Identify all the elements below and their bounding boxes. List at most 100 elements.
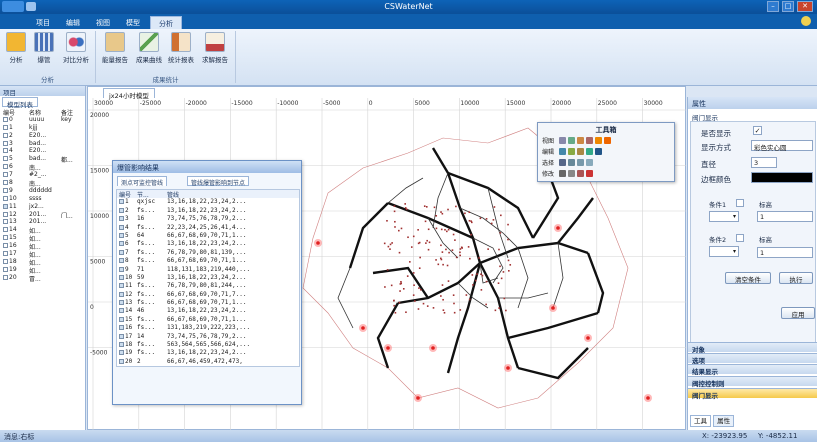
stat-report-button[interactable]: 统计报表 xyxy=(166,32,196,64)
cond2-checkbox[interactable] xyxy=(736,234,744,242)
table-row[interactable]: 17 如... xyxy=(1,250,85,258)
cond1-checkbox[interactable] xyxy=(736,199,744,207)
column-header[interactable]: 管线 xyxy=(167,190,297,198)
accordion-options[interactable]: 选项 xyxy=(688,353,817,365)
table-row[interactable]: 14 46 13,16,18,22,23,24,2... xyxy=(117,307,299,315)
pan-icon[interactable] xyxy=(568,137,575,144)
row-checkbox[interactable] xyxy=(119,333,124,339)
draw-pipe-icon[interactable] xyxy=(559,148,566,155)
table-row[interactable]: 13 fs... 66,67,68,69,70,71,1... xyxy=(117,299,299,307)
column-header[interactable]: 名称 xyxy=(29,108,61,116)
row-checkbox[interactable] xyxy=(119,342,124,348)
row-checkbox[interactable] xyxy=(119,316,124,322)
row-checkbox[interactable] xyxy=(119,350,124,356)
tab-tools[interactable]: 工具 xyxy=(690,415,711,427)
tab-document[interactable]: jx24小时模型 xyxy=(103,88,155,100)
table-row[interactable]: 10 59 13,16,18,22,23,24,2... xyxy=(117,274,299,282)
show-checkbox[interactable]: ✓ xyxy=(753,126,762,135)
tab-affected-nodes[interactable]: 管线爆管影响到节点 xyxy=(187,176,250,187)
column-header[interactable]: 节... xyxy=(137,190,167,198)
execute-button[interactable]: 执行 xyxy=(779,272,813,284)
row-checkbox[interactable] xyxy=(3,274,8,280)
table-row[interactable]: 13 201... xyxy=(1,218,85,226)
add-node-icon[interactable] xyxy=(568,148,575,155)
close-button[interactable]: ✕ xyxy=(797,1,813,12)
table-row[interactable]: 17 14 73,74,75,76,78,79,2... xyxy=(117,333,299,341)
row-checkbox[interactable] xyxy=(3,156,8,162)
table-row[interactable]: 15 如... xyxy=(1,234,85,242)
table-row[interactable]: 8 fs... 66,67,68,69,70,71,1... xyxy=(117,257,299,265)
cond2-value-input[interactable]: 1 xyxy=(757,247,813,258)
table-row[interactable]: 1 qxjsc 13,16,18,22,23,24,2... xyxy=(117,198,299,206)
row-checkbox[interactable] xyxy=(119,300,124,306)
merge-icon[interactable] xyxy=(577,170,584,177)
table-row[interactable]: 18 fs... 563,564,565,566,624,... xyxy=(117,341,299,349)
tab-model[interactable]: 模型 xyxy=(118,16,148,29)
row-checkbox[interactable] xyxy=(119,249,124,255)
help-icon[interactable] xyxy=(801,16,811,26)
tab-model-list[interactable]: 模型列表 xyxy=(2,97,38,109)
energy-report-button[interactable]: 能量报告 xyxy=(99,32,131,64)
lasso-icon[interactable] xyxy=(577,159,584,166)
maximize-button[interactable]: □ xyxy=(782,1,794,12)
table-row[interactable]: 9 dddddd xyxy=(1,187,85,195)
result-curve-button[interactable]: 成果曲线 xyxy=(133,32,165,64)
row-checkbox[interactable] xyxy=(3,187,8,193)
table-row[interactable]: 6 南... xyxy=(1,163,85,171)
row-checkbox[interactable] xyxy=(3,251,8,257)
table-row[interactable]: 6 fs... 13,16,18,22,23,24,2... xyxy=(117,240,299,248)
row-checkbox[interactable] xyxy=(3,243,8,249)
table-row[interactable]: 2 fs... 13,16,18,22,23,24,2... xyxy=(117,207,299,215)
row-checkbox[interactable] xyxy=(119,216,124,222)
table-row[interactable]: 16 如... xyxy=(1,242,85,250)
column-header[interactable]: 编号 xyxy=(117,190,137,198)
table-row[interactable]: 11 fs... 76,78,79,80,81,244,... xyxy=(117,282,299,290)
tab-analysis[interactable]: 分析 xyxy=(150,16,182,29)
minimize-button[interactable]: – xyxy=(767,1,779,12)
table-row[interactable]: 20 2 66,67,46,459,472,473, xyxy=(117,358,299,366)
row-checkbox[interactable] xyxy=(119,258,124,264)
table-row[interactable]: 3 bad... xyxy=(1,140,85,148)
tab-monitorable-pipes[interactable]: 测点可监控管线 xyxy=(117,176,168,187)
pump-icon[interactable] xyxy=(595,148,602,155)
pipe-burst-button[interactable]: 爆管 xyxy=(32,32,56,64)
table-row[interactable]: 12 fs... 66,67,68,69,70,71,7... xyxy=(117,291,299,299)
column-header[interactable]: 编号 xyxy=(1,108,29,116)
row-checkbox[interactable] xyxy=(3,203,8,209)
fit-icon[interactable] xyxy=(577,137,584,144)
row-checkbox[interactable] xyxy=(3,266,8,272)
row-checkbox[interactable] xyxy=(119,207,124,213)
row-checkbox[interactable] xyxy=(119,325,124,331)
row-checkbox[interactable] xyxy=(3,140,8,146)
table-row[interactable]: 4 E20... xyxy=(1,147,85,155)
table-row[interactable]: 7 #2_... xyxy=(1,171,85,179)
table-row[interactable]: 8 南... xyxy=(1,179,85,187)
table-row[interactable]: 19 如... xyxy=(1,266,85,274)
table-row[interactable]: 15 fs... 66,67,68,69,70,71,1... xyxy=(117,316,299,324)
row-checkbox[interactable] xyxy=(3,148,8,154)
accordion-valve-display[interactable]: 阀门显示 xyxy=(688,388,817,400)
table-row[interactable]: 7 fs... 76,78,79,80,81,139,... xyxy=(117,249,299,257)
tab-edit[interactable]: 编辑 xyxy=(58,16,88,29)
row-checkbox[interactable] xyxy=(3,180,8,186)
analysis-button[interactable]: 分析 xyxy=(5,32,27,64)
row-checkbox[interactable] xyxy=(119,308,124,314)
row-checkbox[interactable] xyxy=(3,258,8,264)
row-checkbox[interactable] xyxy=(119,291,124,297)
apply-button[interactable]: 应用 xyxy=(781,307,815,319)
table-row[interactable]: 0 uuuu key xyxy=(1,116,85,124)
accordion-valve-control[interactable]: 阀控控制则 xyxy=(688,376,817,388)
clear-conditions-button[interactable]: 清空条件 xyxy=(725,272,771,284)
table-row[interactable]: 10 ssss xyxy=(1,195,85,203)
table-row[interactable]: 11 jx2... xyxy=(1,203,85,211)
row-checkbox[interactable] xyxy=(119,283,124,289)
row-checkbox[interactable] xyxy=(3,132,8,138)
node-icon[interactable] xyxy=(595,137,602,144)
valve-icon[interactable] xyxy=(604,137,611,144)
tab-properties[interactable]: 属性 xyxy=(713,415,735,427)
border-color-swatch[interactable] xyxy=(751,172,813,183)
table-row[interactable]: 3 16 73,74,75,76,78,79,2... xyxy=(117,215,299,223)
row-checkbox[interactable] xyxy=(119,199,124,205)
polygon-select-icon[interactable] xyxy=(586,159,593,166)
diameter-stepper[interactable]: 3 xyxy=(751,157,777,168)
